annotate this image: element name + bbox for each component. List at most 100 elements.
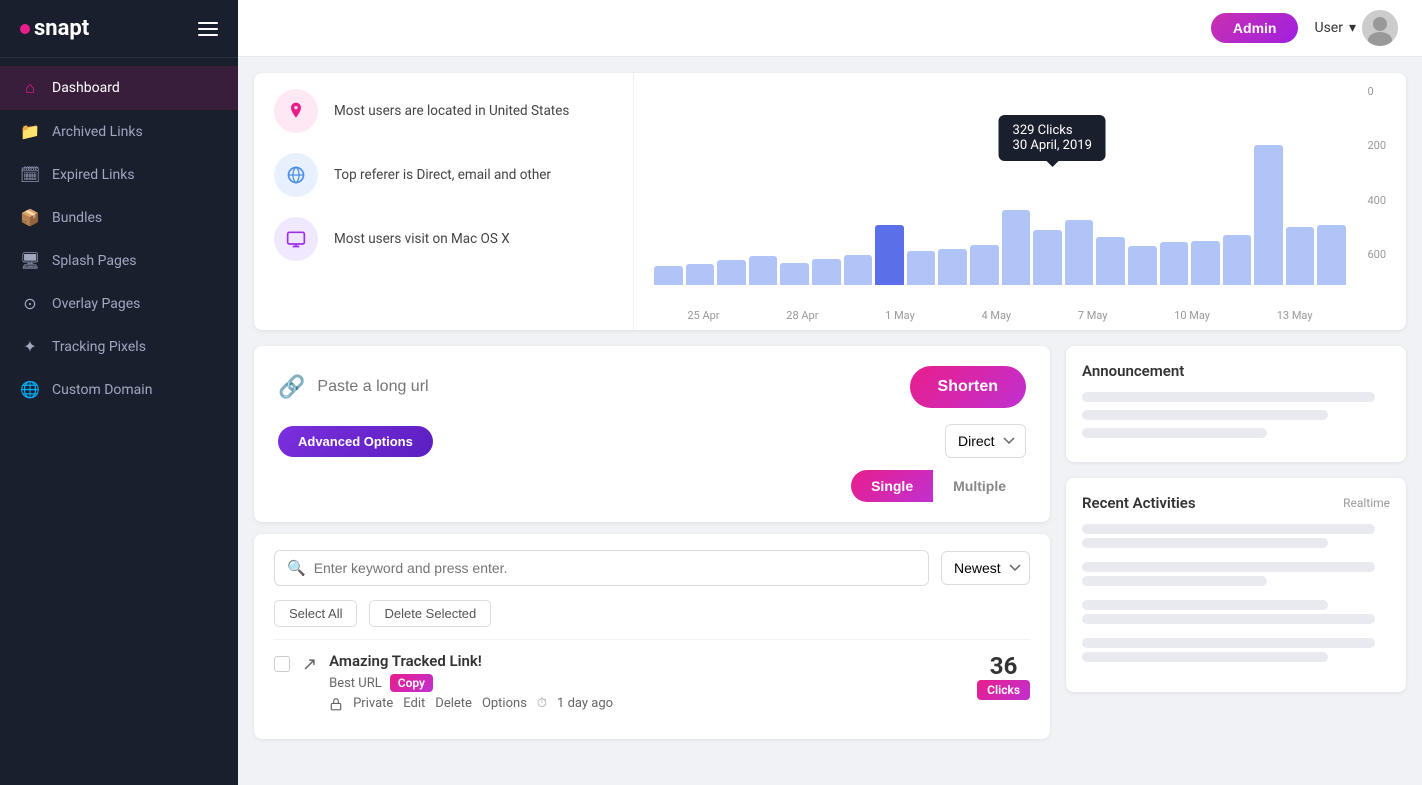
sidebar-item-tracking-pixels[interactable]: ✦ Tracking Pixels (0, 325, 238, 368)
announcement-skeleton-2 (1082, 410, 1328, 420)
single-mode-button[interactable]: Single (851, 470, 933, 502)
stat-item-referer: Top referer is Direct, email and other (274, 153, 613, 197)
x-label-4: 4 May (982, 309, 1012, 322)
stat-location-text: Most users are located in United States (334, 103, 569, 119)
sidebar-header: snapt (0, 0, 238, 58)
chart-bar-3 (749, 256, 778, 285)
chevron-down-icon: ▾ (1349, 20, 1356, 36)
sidebar-item-label: Archived Links (52, 124, 143, 140)
main-content: Admin User ▾ (238, 0, 1422, 785)
y-label-600: 600 (1367, 248, 1386, 261)
activity-item-3 (1082, 600, 1390, 624)
activity-item-4 (1082, 638, 1390, 662)
activity-skeleton-1b (1082, 538, 1328, 548)
x-label-7: 13 May (1277, 309, 1313, 322)
advanced-options-button[interactable]: Advanced Options (278, 426, 433, 457)
activity-skeleton-3a (1082, 600, 1328, 610)
chart-container: 329 Clicks 30 April, 2019 600 400 200 0 (654, 85, 1386, 305)
chart-bar-7 (875, 225, 904, 285)
chart-bar-9 (938, 249, 967, 285)
user-dropdown[interactable]: User ▾ (1314, 10, 1398, 46)
select-all-button[interactable]: Select All (274, 600, 357, 627)
url-input[interactable] (317, 378, 897, 396)
domain-icon: 🌐 (20, 380, 40, 399)
avatar (1362, 10, 1398, 46)
sidebar-item-label: Tracking Pixels (52, 339, 146, 355)
sidebar-item-custom-domain[interactable]: 🌐 Custom Domain (0, 368, 238, 411)
referer-icon-wrap (274, 153, 318, 197)
sidebar-item-overlay-pages[interactable]: ⊙ Overlay Pages (0, 282, 238, 325)
time-icon: ⏱ (537, 696, 547, 711)
x-label-6: 10 May (1174, 309, 1210, 322)
private-toggle[interactable]: Private (353, 696, 393, 711)
delete-selected-button[interactable]: Delete Selected (369, 600, 491, 627)
chart-bar-6 (844, 255, 873, 285)
link-title: Amazing Tracked Link! (329, 652, 965, 670)
sort-filter-select[interactable]: Newest (941, 551, 1030, 585)
splash-icon: 🖥 (20, 251, 40, 270)
chart-bar-11 (1002, 210, 1031, 285)
shorten-button[interactable]: Shorten (910, 366, 1026, 408)
link-icon: 🔗 (278, 375, 305, 400)
copy-button[interactable]: Copy (390, 674, 433, 692)
chart-bar-18 (1223, 235, 1252, 285)
link-checkbox[interactable] (274, 656, 290, 672)
chart-bar-0 (654, 266, 683, 285)
options-link-button[interactable]: Options (482, 696, 527, 711)
url-input-row: 🔗 Shorten (278, 366, 1026, 408)
multiple-mode-button[interactable]: Multiple (933, 470, 1026, 502)
recent-activities-title: Recent Activities (1082, 494, 1196, 512)
expired-icon: 🗓 (20, 165, 40, 184)
sidebar-item-archived-links[interactable]: 📁 Archived Links (0, 110, 238, 153)
links-list-section: 🔍 Newest Select All Delete Selected (254, 534, 1050, 739)
activity-skeleton-2a (1082, 562, 1375, 572)
activity-item-1 (1082, 524, 1390, 548)
search-input[interactable] (314, 560, 916, 576)
chart-bar-14 (1096, 237, 1125, 285)
x-label-1: 25 Apr (687, 309, 719, 322)
edit-link-button[interactable]: Edit (403, 696, 425, 711)
sidebar-nav: ⌂ Dashboard 📁 Archived Links 🗓 Expired L… (0, 58, 238, 785)
chart-bar-19 (1254, 145, 1283, 285)
logo: snapt (20, 16, 89, 41)
sidebar-item-expired-links[interactable]: 🗓 Expired Links (0, 153, 238, 196)
search-filter-row: 🔍 Newest (274, 550, 1030, 586)
options-row: Advanced Options Direct (278, 424, 1026, 458)
sidebar-item-splash-pages[interactable]: 🖥 Splash Pages (0, 239, 238, 282)
link-info: Amazing Tracked Link! Best URL Copy (329, 652, 965, 711)
activity-skeleton-4b (1082, 652, 1328, 662)
activities-header: Recent Activities Realtime (1082, 494, 1390, 512)
sidebar-item-label: Custom Domain (52, 382, 152, 398)
os-icon-wrap (274, 217, 318, 261)
link-type-icon: ↗ (302, 654, 317, 675)
sidebar-item-label: Expired Links (52, 167, 135, 183)
chart-bar-5 (812, 259, 841, 285)
activity-skeleton-3b (1082, 614, 1375, 624)
x-label-5: 7 May (1078, 309, 1108, 322)
link-item: ↗ Amazing Tracked Link! Best URL Copy (274, 639, 1030, 723)
delete-link-button[interactable]: Delete (435, 696, 472, 711)
activity-skeleton-4a (1082, 638, 1375, 648)
chart-bar-4 (780, 263, 809, 285)
activity-skeleton-2b (1082, 576, 1267, 586)
chart-bar-8 (907, 251, 936, 285)
sidebar-item-bundles[interactable]: 📦 Bundles (0, 196, 238, 239)
link-time: 1 day ago (557, 696, 613, 711)
sidebar-item-label: Dashboard (52, 80, 120, 96)
sidebar: snapt ⌂ Dashboard 📁 Archived Links 🗓 Exp… (0, 0, 238, 785)
url-shortener-box: 🔗 Shorten Advanced Options Direct (254, 346, 1050, 522)
shortener-main: 🔗 Shorten Advanced Options Direct (254, 346, 1050, 739)
hamburger-menu[interactable] (198, 22, 218, 36)
clicks-badge: Clicks (977, 680, 1030, 700)
search-box: 🔍 (274, 550, 929, 586)
stats-insights: Most users are located in United States … (254, 73, 634, 330)
y-label-0: 0 (1367, 85, 1386, 98)
admin-button[interactable]: Admin (1211, 13, 1299, 43)
redirect-type-select[interactable]: Direct (945, 424, 1026, 458)
home-icon: ⌂ (20, 78, 40, 98)
x-label-3: 1 May (885, 309, 915, 322)
announcement-skeleton-1 (1082, 392, 1375, 402)
location-icon (286, 101, 306, 121)
sidebar-item-dashboard[interactable]: ⌂ Dashboard (0, 66, 238, 110)
chart-bar-16 (1160, 242, 1189, 285)
